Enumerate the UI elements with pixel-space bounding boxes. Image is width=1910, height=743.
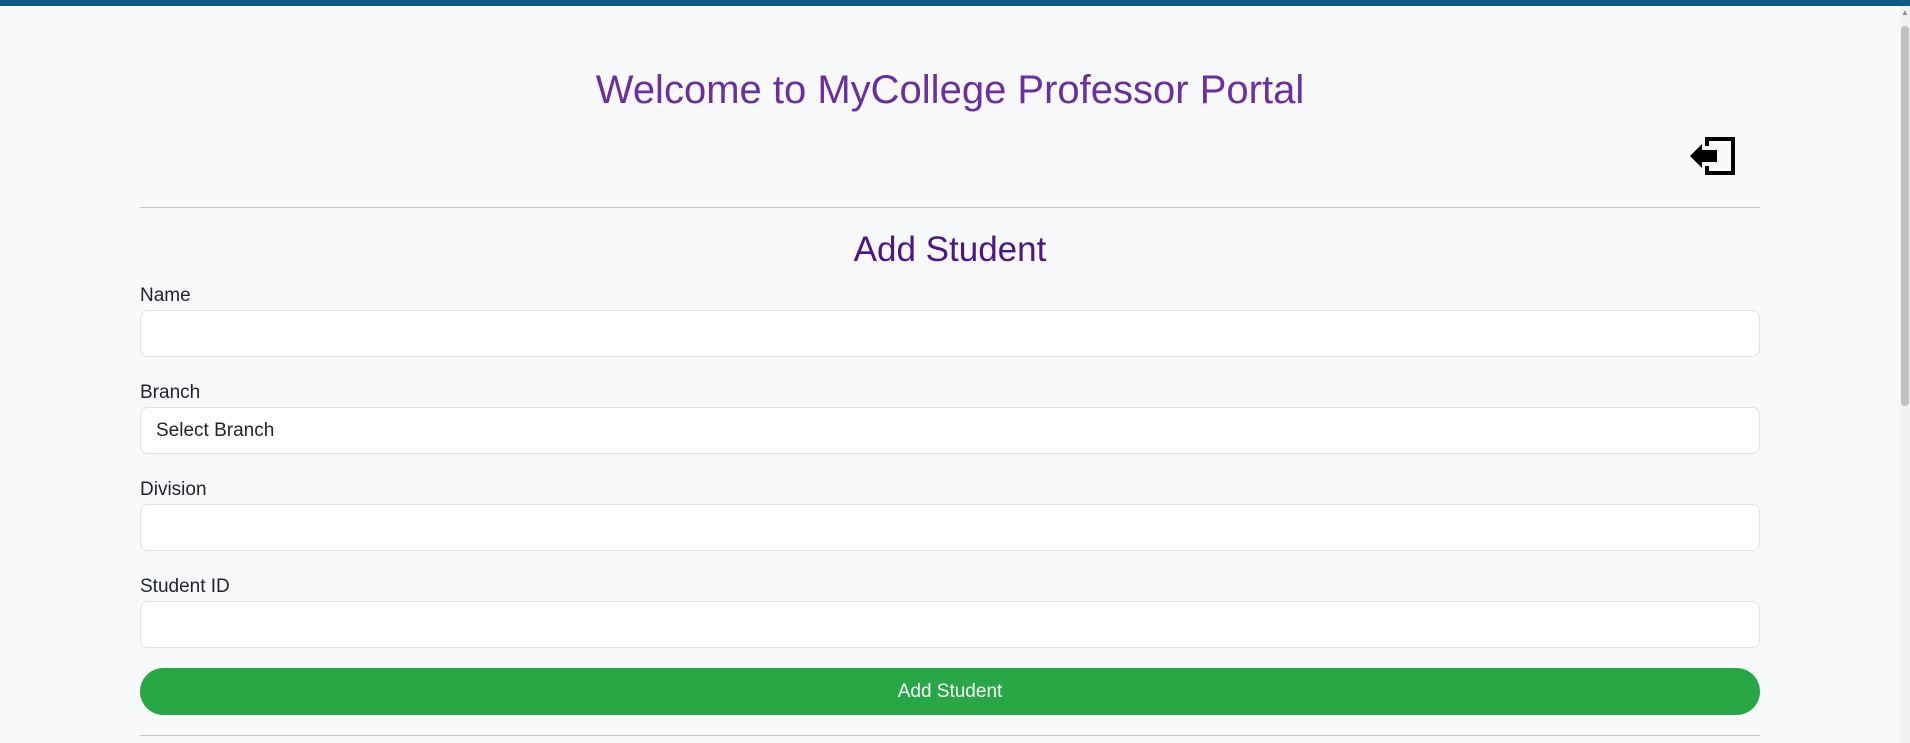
branch-select[interactable]: Select Branch — [140, 407, 1760, 454]
division-label: Division — [140, 479, 207, 500]
footer-divider — [140, 735, 1760, 736]
branch-label: Branch — [140, 382, 201, 403]
page-title: Welcome to MyCollege Professor Portal — [595, 68, 1305, 112]
top-accent-bar — [0, 0, 1910, 6]
page-scrollbar[interactable]: ▲ — [1900, 6, 1910, 743]
division-input[interactable] — [140, 504, 1760, 551]
header-divider — [140, 207, 1760, 208]
scroll-up-arrow-icon[interactable]: ▲ — [1900, 6, 1910, 20]
student-id-input[interactable] — [140, 601, 1760, 648]
add-student-button[interactable]: Add Student — [140, 668, 1760, 715]
logout-arrow-icon — [1690, 137, 1735, 175]
student-id-label: Student ID — [140, 576, 230, 597]
branch-select-value: Select Branch — [156, 420, 275, 441]
logout-button[interactable] — [1688, 133, 1738, 179]
name-input[interactable] — [140, 310, 1760, 357]
scrollbar-thumb[interactable] — [1901, 26, 1909, 406]
form-title: Add Student — [853, 230, 1047, 269]
name-label: Name — [140, 285, 191, 306]
